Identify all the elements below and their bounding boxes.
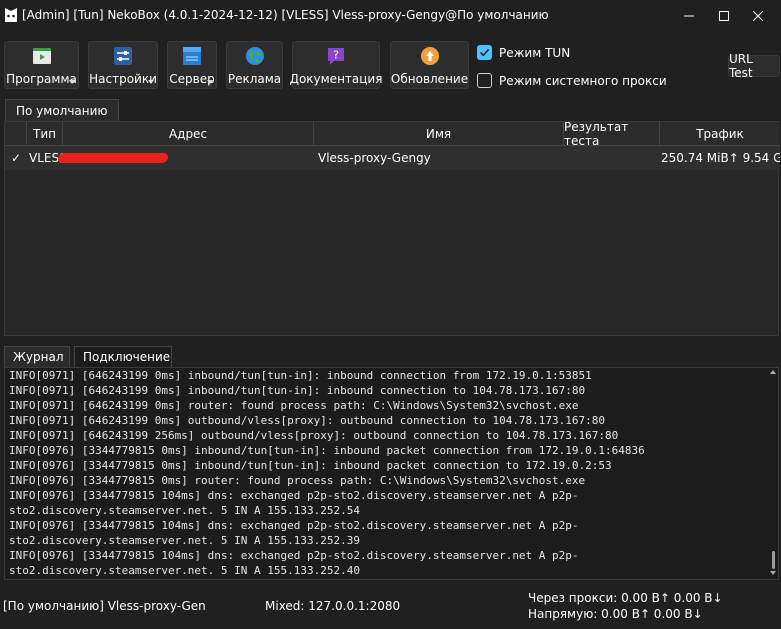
status-profile: [По умолчанию] Vless-proxy-Gen xyxy=(3,599,206,613)
docs-button[interactable]: ? Документация xyxy=(289,41,383,89)
header-name[interactable]: Имя xyxy=(314,122,564,146)
log-line: INFO[0971] [646243199 0ms] inbound/tun[t… xyxy=(9,384,586,397)
url-test-button[interactable]: URL Test xyxy=(728,52,780,80)
tab-log[interactable]: Журнал xyxy=(4,346,70,367)
nekobox-app-icon xyxy=(5,8,17,22)
settings-label: Настройки xyxy=(89,72,157,86)
table-header: Тип Адрес Имя Результат теста Трафик xyxy=(5,120,780,148)
log-line: INFO[0976] [3344779815 104ms] dns: excha… xyxy=(9,489,579,502)
header-check[interactable] xyxy=(5,122,27,146)
log-scrollbar[interactable] xyxy=(768,368,778,579)
settings-menu-button[interactable]: Настройки xyxy=(88,41,158,89)
row-test-result xyxy=(568,146,658,170)
title-bar[interactable]: [Admin] [Tun] NekoBox (4.0.1-2024-12-12)… xyxy=(0,0,781,32)
row-selected-check: ✓ xyxy=(10,151,22,165)
program-icon xyxy=(32,48,51,64)
log-line: INFO[0971] [646243199 0ms] router: found… xyxy=(9,399,579,412)
docs-label: Документация xyxy=(289,72,383,86)
system-proxy-label: Режим системного прокси xyxy=(499,73,667,88)
minimize-icon xyxy=(684,15,694,17)
tun-mode-label: Режим TUN xyxy=(499,45,571,60)
dropdown-arrow-icon xyxy=(69,80,75,84)
maximize-icon xyxy=(719,11,729,21)
row-traffic: 250.74 MiB↑ 9.54 GiB↓ xyxy=(661,151,780,165)
update-icon xyxy=(420,47,439,65)
status-via-proxy: Через прокси: 0.00 B↑ 0.00 B↓ xyxy=(528,591,723,605)
dropdown-arrow-icon xyxy=(148,80,154,84)
table-row[interactable]: ✓ VLESS Vless-proxy-Gengy 250.74 MiB↑ 9.… xyxy=(5,146,780,170)
redaction-mark xyxy=(57,153,169,163)
log-line: INFO[0971] [646243199 0ms] outbound/vles… xyxy=(9,414,606,427)
log-line: INFO[0976] [3344779815 104ms] dns: excha… xyxy=(9,519,579,532)
tun-mode-checkbox[interactable]: Режим TUN xyxy=(477,45,570,60)
status-direct: Напрямую: 0.00 B↑ 0.00 B↓ xyxy=(528,607,703,621)
log-line: sto2.discovery.steamserver.net. 5 IN A 1… xyxy=(9,534,360,547)
header-test-result[interactable]: Результат теста xyxy=(564,120,660,148)
log-panel[interactable]: INFO[0971] [646243199 0ms] inbound/tun[t… xyxy=(4,367,779,580)
server-icon xyxy=(183,47,201,65)
update-button[interactable]: Обновление xyxy=(390,41,469,89)
svg-text:?: ? xyxy=(333,49,339,62)
scroll-thumb[interactable] xyxy=(772,551,775,569)
scroll-down-arrow-icon[interactable] xyxy=(770,571,776,575)
scroll-up-arrow-icon[interactable] xyxy=(770,370,776,374)
log-lines: INFO[0971] [646243199 0ms] inbound/tun[t… xyxy=(9,368,764,578)
log-line: sto2.discovery.steamserver.net. 5 IN A 1… xyxy=(9,564,360,577)
checkbox-unchecked-icon xyxy=(477,73,492,88)
window-title: [Admin] [Tun] NekoBox (4.0.1-2024-12-12)… xyxy=(22,8,549,22)
server-menu-button[interactable]: Сервер xyxy=(167,41,217,89)
system-proxy-checkbox[interactable]: Режим системного прокси xyxy=(477,73,667,88)
help-icon: ? xyxy=(328,48,344,65)
checkbox-checked-icon xyxy=(477,45,492,60)
log-line: INFO[0971] [646243199 0ms] inbound/tun[t… xyxy=(9,369,592,382)
dropdown-arrow-icon xyxy=(207,80,213,84)
settings-icon xyxy=(114,47,132,65)
log-line: INFO[0976] [3344779815 0ms] inbound/tun[… xyxy=(9,444,645,457)
header-type[interactable]: Тип xyxy=(27,122,63,146)
log-line: sto2.discovery.steamserver.net. 5 IN A 1… xyxy=(9,504,360,517)
log-line: INFO[0976] [3344779815 0ms] inbound/tun[… xyxy=(9,459,612,472)
program-menu-button[interactable]: Программа xyxy=(4,41,79,89)
tab-connection[interactable]: Подключение xyxy=(74,346,172,367)
server-table: Тип Адрес Имя Результат теста Трафик ✓ V… xyxy=(4,120,780,336)
log-line: INFO[0976] [3344779815 0ms] router: foun… xyxy=(9,474,586,487)
program-label: Программа xyxy=(6,72,77,86)
update-label: Обновление xyxy=(390,72,469,86)
header-address[interactable]: Адрес xyxy=(63,122,314,146)
ads-button[interactable]: Реклама xyxy=(226,41,283,89)
close-button[interactable] xyxy=(735,0,781,32)
log-line: INFO[0971] [646243199 256ms] outbound/vl… xyxy=(9,429,619,442)
globe-icon xyxy=(245,47,264,65)
row-address xyxy=(57,146,177,170)
status-mixed: Mixed: 127.0.0.1:2080 xyxy=(265,599,401,613)
log-line: INFO[0976] [3344779815 104ms] dns: excha… xyxy=(9,549,579,562)
row-name: Vless-proxy-Gengy xyxy=(318,151,431,165)
header-traffic[interactable]: Трафик xyxy=(660,122,780,146)
ads-label: Реклама xyxy=(227,72,282,86)
tab-group-default[interactable]: По умолчанию xyxy=(5,99,119,121)
close-icon xyxy=(753,11,763,21)
